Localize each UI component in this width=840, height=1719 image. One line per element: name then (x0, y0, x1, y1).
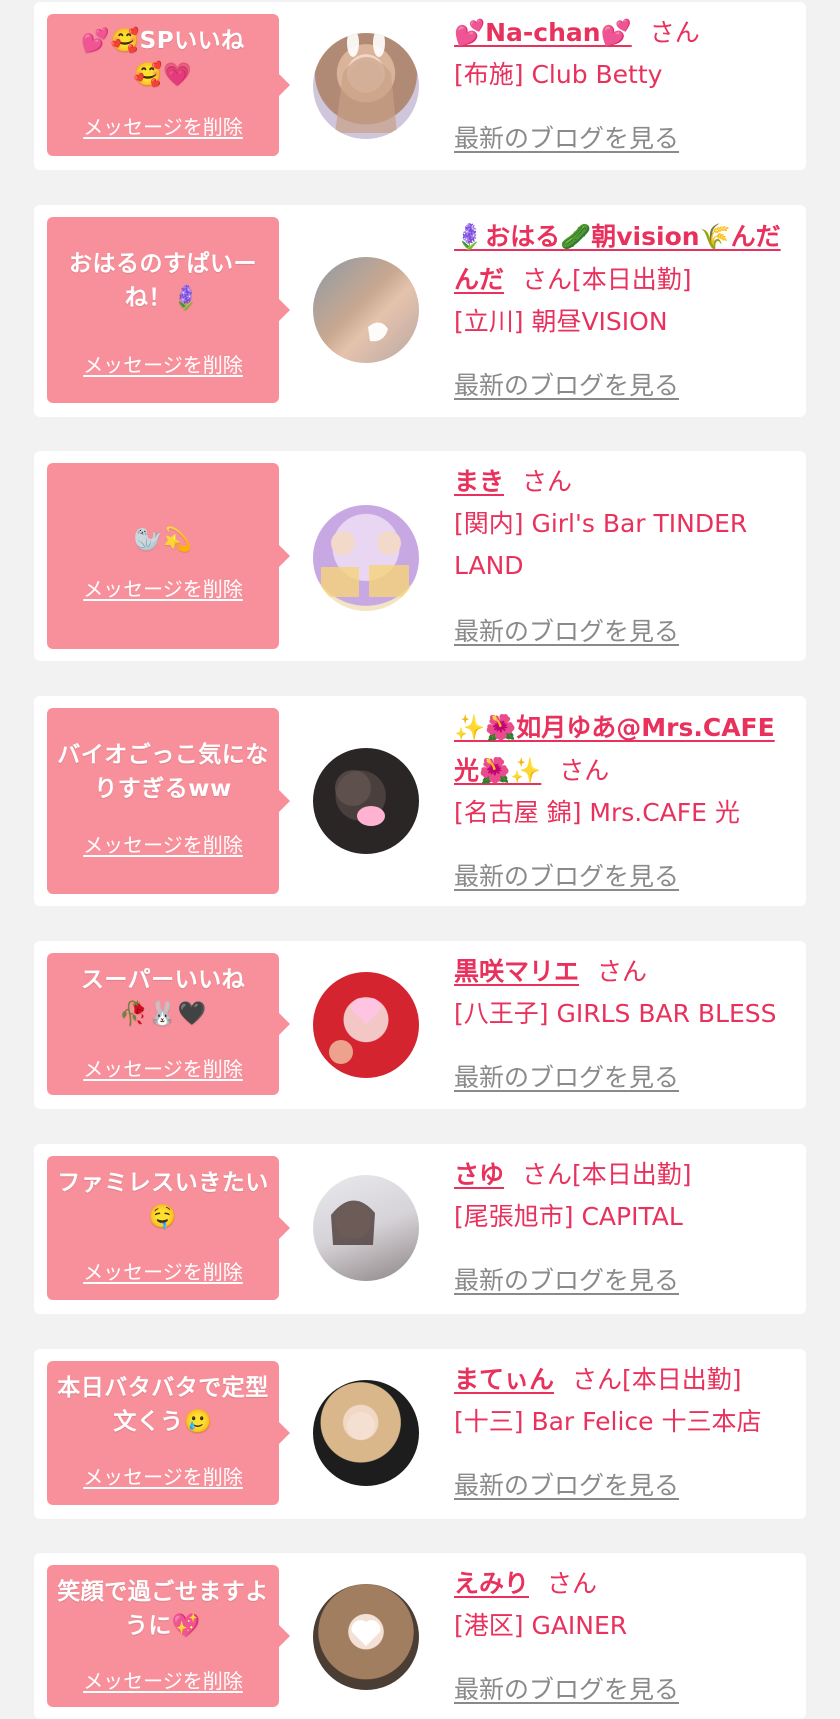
message-card: 笑顔で過ごせますように💖 メッセージを削除 えみり さん [港区] GAINER … (34, 1553, 806, 1719)
message-text: バイオごっこ気になりすぎるww (57, 742, 269, 802)
message-list: 💕🥰SPいいね🥰💗 メッセージを削除 💕Na-chan💕 さん [布施] Club… (0, 0, 840, 1719)
message-card: おはるのすぱいーね！🪻 メッセージを削除 🪻おはる🥒朝vision🌾んだんだ さん… (34, 205, 806, 417)
profile-name-link[interactable]: 💕Na-chan💕 (454, 18, 632, 47)
latest-blog-link[interactable]: 最新のブログを見る (454, 1057, 679, 1099)
shop-label: [港区] GAINER (454, 1611, 628, 1640)
avatar[interactable] (313, 1584, 419, 1690)
message-bubble: ファミレスいきたい🤤 メッセージを削除 (47, 1156, 290, 1300)
message-card: バイオごっこ気になりすぎるww メッセージを削除 ✨🌺如月ゆあ@Mrs.CAFE… (34, 696, 806, 906)
latest-blog-link[interactable]: 最新のブログを見る (454, 1465, 679, 1507)
avatar[interactable] (313, 257, 419, 363)
message-card: 🦭💫 メッセージを削除 まき さん [関内] Girl's Bar TINDER … (34, 451, 806, 661)
status-label: [本日出勤] (572, 1160, 692, 1189)
honorific: さん (572, 1365, 623, 1394)
delete-message-link[interactable]: メッセージを削除 (47, 352, 279, 378)
shop-label: [八王子] GIRLS BAR BLESS (454, 999, 777, 1028)
latest-blog-link[interactable]: 最新のブログを見る (454, 1260, 679, 1302)
message-bubble: 💕🥰SPいいね🥰💗 メッセージを削除 (47, 14, 290, 156)
delete-message-link[interactable]: メッセージを削除 (47, 1259, 279, 1285)
shop-label: [尾張旭市] CAPITAL (454, 1202, 683, 1231)
shop-label: [十三] Bar Felice 十三本店 (454, 1407, 762, 1436)
profile-name-link[interactable]: まてぃん (454, 1365, 554, 1394)
honorific: さん (597, 957, 648, 986)
avatar[interactable] (313, 748, 419, 854)
shop-label: [関内] Girl's Bar TINDER LAND (454, 509, 748, 580)
honorific: さん (522, 467, 573, 496)
delete-message-link[interactable]: メッセージを削除 (47, 576, 279, 602)
avatar-photo (331, 1200, 375, 1245)
avatar-photo (335, 770, 385, 826)
status-label: [本日出勤] (622, 1365, 742, 1394)
message-text: ファミレスいきたい🤤 (57, 1170, 269, 1230)
avatar-photo (321, 531, 409, 597)
message-card: 本日バタバタで定型文くう🥲 メッセージを削除 まてぃん さん[本日出勤] [十三]… (34, 1349, 806, 1519)
message-bubble: おはるのすぱいーね！🪻 メッセージを削除 (47, 217, 290, 403)
message-text: 笑顔で過ごせますように💖 (57, 1579, 269, 1639)
message-text: おはるのすぱいーね！🪻 (69, 251, 257, 311)
honorific: さん (522, 265, 573, 294)
profile-info: まき さん [関内] Girl's Bar TINDER LAND 最新のブログを… (454, 461, 794, 646)
avatar-photo (329, 998, 381, 1064)
message-card: ファミレスいきたい🤤 メッセージを削除 さゆ さん[本日出勤] [尾張旭市] CA… (34, 1144, 806, 1314)
profile-info: さゆ さん[本日出勤] [尾張旭市] CAPITAL 最新のブログを見る (454, 1154, 794, 1295)
profile-name-link[interactable]: ✨🌺如月ゆあ@Mrs.CAFE光🌺✨ (454, 713, 775, 785)
delete-message-link[interactable]: メッセージを削除 (47, 114, 279, 140)
delete-message-link[interactable]: メッセージを削除 (47, 1056, 279, 1082)
profile-name-link[interactable]: まき (454, 467, 504, 496)
avatar-photo (368, 322, 388, 342)
avatar[interactable] (313, 33, 419, 139)
avatar[interactable] (313, 1175, 419, 1281)
avatar[interactable] (313, 505, 419, 611)
message-text: スーパーいいね🥀🐰🖤 (80, 967, 246, 1027)
honorific: さん (559, 756, 610, 785)
latest-blog-link[interactable]: 最新のブログを見る (454, 611, 679, 653)
profile-info: 🪻おはる🥒朝vision🌾んだんだ さん[本日出勤] [立川] 朝昼VISION … (454, 215, 794, 400)
shop-label: [立川] 朝昼VISION (454, 307, 668, 336)
status-label: [本日出勤] (572, 265, 692, 294)
avatar-photo (347, 1412, 375, 1440)
shop-label: [布施] Club Betty (454, 60, 663, 89)
message-text: 本日バタバタで定型文くう🥲 (57, 1375, 269, 1435)
delete-message-link[interactable]: メッセージを削除 (47, 832, 279, 858)
profile-name-link[interactable]: さゆ (454, 1160, 504, 1189)
profile-info: えみり さん [港区] GAINER 最新のブログを見る (454, 1563, 794, 1704)
delete-message-link[interactable]: メッセージを削除 (47, 1464, 279, 1490)
honorific: さん (649, 18, 700, 47)
message-bubble: 笑顔で過ごせますように💖 メッセージを削除 (47, 1565, 290, 1707)
profile-info: 💕Na-chan💕 さん [布施] Club Betty 最新のブログを見る (454, 12, 794, 153)
honorific: さん (522, 1160, 573, 1189)
latest-blog-link[interactable]: 最新のブログを見る (454, 118, 679, 160)
message-card: スーパーいいね🥀🐰🖤 メッセージを削除 黒咲マリエ さん [八王子] GIRLS … (34, 941, 806, 1109)
message-text: 💕🥰SPいいね🥰💗 (81, 28, 245, 88)
profile-info: まてぃん さん[本日出勤] [十三] Bar Felice 十三本店 最新のブログ… (454, 1359, 794, 1500)
avatar[interactable] (313, 1380, 419, 1486)
message-card: 💕🥰SPいいね🥰💗 メッセージを削除 💕Na-chan💕 さん [布施] Club… (34, 2, 806, 170)
avatar-photo (351, 1620, 381, 1646)
message-text: 🦭💫 (133, 527, 193, 553)
latest-blog-link[interactable]: 最新のブログを見る (454, 1669, 679, 1711)
shop-label: [名古屋 錦] Mrs.CAFE 光 (454, 798, 740, 827)
message-bubble: 🦭💫 メッセージを削除 (47, 463, 290, 649)
profile-info: 黒咲マリエ さん [八王子] GIRLS BAR BLESS 最新のブログを見る (454, 951, 794, 1092)
message-bubble: スーパーいいね🥀🐰🖤 メッセージを削除 (47, 953, 290, 1095)
message-bubble: バイオごっこ気になりすぎるww メッセージを削除 (47, 708, 290, 894)
profile-name-link[interactable]: えみり (454, 1569, 529, 1598)
avatar-photo (335, 33, 397, 133)
profile-name-link[interactable]: 黒咲マリエ (454, 957, 579, 986)
latest-blog-link[interactable]: 最新のブログを見る (454, 365, 679, 407)
message-bubble: 本日バタバタで定型文くう🥲 メッセージを削除 (47, 1361, 290, 1505)
latest-blog-link[interactable]: 最新のブログを見る (454, 856, 679, 898)
profile-info: ✨🌺如月ゆあ@Mrs.CAFE光🌺✨ さん [名古屋 錦] Mrs.CAFE 光 … (454, 706, 794, 891)
delete-message-link[interactable]: メッセージを削除 (47, 1668, 279, 1694)
avatar[interactable] (313, 972, 419, 1078)
honorific: さん (547, 1569, 598, 1598)
